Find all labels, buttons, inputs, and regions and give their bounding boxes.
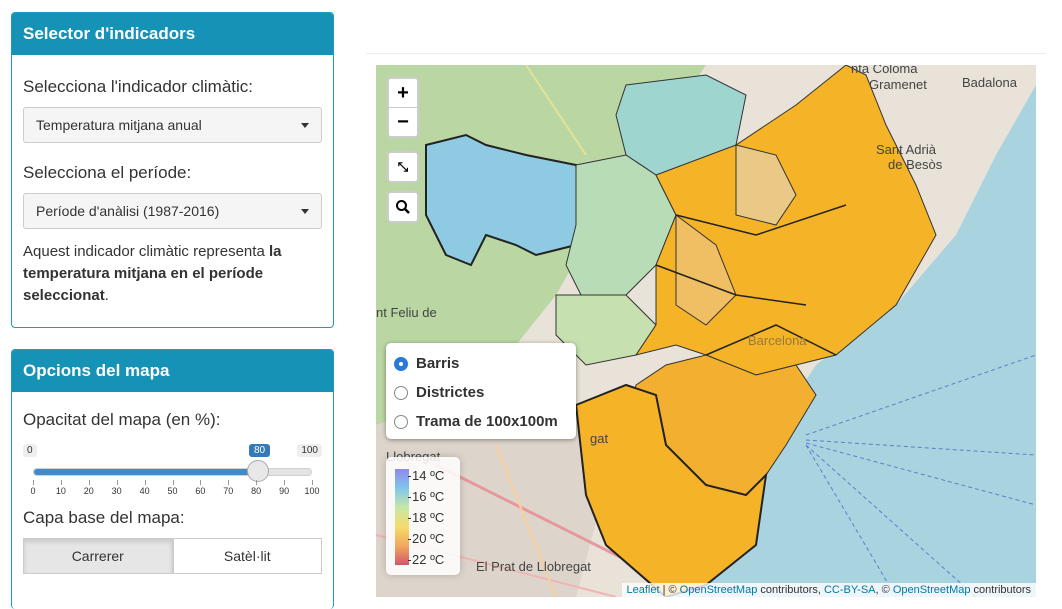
slider-fill [34, 469, 256, 475]
opacity-slider[interactable]: 0 80 100 0 10 20 30 40 50 60 70 80 90 100 [23, 434, 322, 496]
map-options-panel: Opcions del mapa Opacitat del mapa (en %… [11, 349, 334, 609]
layer-option-label: Trama de 100x100m [416, 413, 558, 430]
zoom-out-button[interactable]: − [389, 107, 417, 136]
layer-control: Barris Districtes Trama de 100x100m [386, 343, 576, 439]
layer-option-trama[interactable]: Trama de 100x100m [394, 407, 568, 436]
slider-tick [312, 480, 313, 485]
slider-handle[interactable] [246, 460, 269, 482]
slider-tick-label: 50 [167, 486, 178, 496]
zoom-control: + − [387, 77, 419, 138]
slider-max-label: 100 [297, 444, 322, 457]
layer-option-label: Districtes [416, 384, 485, 401]
map-place-label: nta Coloma [851, 65, 918, 76]
legend-label: 18 ºC [407, 510, 445, 525]
slider-tick-label: 20 [83, 486, 94, 496]
zoom-in-button[interactable]: + [389, 79, 417, 107]
radio-selected-icon[interactable] [394, 356, 408, 371]
slider-tick-label: 30 [111, 486, 122, 496]
leaflet-link[interactable]: Leaflet [627, 584, 660, 596]
slider-tick [144, 480, 146, 485]
divider [366, 53, 1046, 54]
slider-tick [33, 480, 34, 485]
slider-tick-label: 60 [195, 486, 206, 496]
indicator-label: Selecciona l'indicador climàtic: [23, 77, 254, 96]
slider-tick-label: 80 [251, 486, 262, 496]
basemap-toggle: Carrerer Satèl·lit [23, 538, 322, 574]
map-place-label: gat [590, 431, 609, 446]
search-icon[interactable] [389, 193, 417, 221]
panel-title: Opcions del mapa [12, 350, 333, 392]
map-place-label: Sant Adrià [876, 142, 936, 157]
basemap-satellite-button[interactable]: Satèl·lit [172, 538, 322, 574]
map-place-label: Barcelona [748, 333, 807, 348]
slider-tick-label: 0 [30, 486, 36, 496]
slider-tick [228, 480, 230, 485]
indicator-description: Aquest indicador climàtic representa la … [23, 243, 282, 304]
slider-tick [88, 480, 90, 485]
slider-tick-label: 90 [279, 486, 290, 496]
indicator-select[interactable]: Temperatura mitjana anual [23, 107, 322, 143]
legend-label: 22 ºC [407, 552, 445, 567]
slider-tick [172, 480, 174, 485]
opacity-label: Opacitat del mapa (en %): [23, 410, 221, 429]
license-link[interactable]: CC-BY-SA [824, 584, 876, 596]
slider-tick [60, 480, 62, 485]
map-place-label: de Besòs [888, 157, 943, 172]
map-attribution: Leaflet | © OpenStreetMap contributors, … [621, 583, 1036, 597]
period-select-value: Període d'anàlisi (1987-2016) [36, 203, 220, 219]
search-control [387, 191, 419, 223]
map-place-label: Gramenet [869, 77, 927, 92]
legend-label: 20 ºC [407, 531, 445, 546]
collapse-icon[interactable]: ⤡ [389, 153, 417, 181]
slider-tick-label: 100 [304, 486, 320, 496]
slider-tick-label: 40 [139, 486, 150, 496]
osm-link[interactable]: OpenStreetMap [680, 584, 758, 596]
radio-icon[interactable] [394, 414, 408, 429]
panel-title: Selector d'indicadors [12, 13, 333, 55]
indicator-select-value: Temperatura mitjana anual [36, 117, 202, 133]
slider-track[interactable] [33, 468, 312, 476]
slider-tick [200, 480, 202, 485]
period-select[interactable]: Període d'anàlisi (1987-2016) [23, 193, 322, 229]
basemap-streets-button[interactable]: Carrerer [23, 538, 173, 574]
map-view[interactable]: nta Coloma Gramenet Badalona Sant Adrià … [376, 65, 1036, 597]
layer-option-barris[interactable]: Barris [394, 349, 568, 378]
chevron-down-icon [301, 123, 309, 128]
slider-ticks: 0 10 20 30 40 50 60 70 80 90 100 [30, 480, 320, 498]
period-label: Selecciona el període: [23, 163, 192, 182]
basemap-label: Capa base del mapa: [23, 508, 185, 527]
indicator-selector-panel: Selector d'indicadors Selecciona l'indic… [11, 12, 334, 328]
osm-link[interactable]: OpenStreetMap [893, 584, 971, 596]
slider-tick [116, 480, 118, 485]
layer-option-label: Barris [416, 355, 460, 372]
map-base [376, 65, 1036, 597]
layer-option-districtes[interactable]: Districtes [394, 378, 568, 407]
slider-tick [284, 480, 286, 485]
slider-tick-label: 10 [55, 486, 66, 496]
legend-label: 16 ºC [407, 489, 445, 504]
radio-icon[interactable] [394, 385, 408, 400]
map-place-label: nt Feliu de [376, 305, 437, 320]
slider-tick [256, 480, 258, 485]
map-place-label: El Prat de Llobregat [476, 559, 591, 574]
legend-color-bar [395, 469, 409, 565]
slider-min-label: 0 [23, 444, 37, 457]
fullscreen-control: ⤡ [387, 151, 419, 183]
temperature-legend: 14 ºC 16 ºC 18 ºC 20 ºC 22 ºC [386, 457, 460, 575]
legend-label: 14 ºC [407, 468, 445, 483]
slider-value-label: 80 [249, 444, 271, 457]
slider-tick-label: 70 [223, 486, 234, 496]
chevron-down-icon [301, 209, 309, 214]
map-place-label: Badalona [962, 75, 1017, 90]
